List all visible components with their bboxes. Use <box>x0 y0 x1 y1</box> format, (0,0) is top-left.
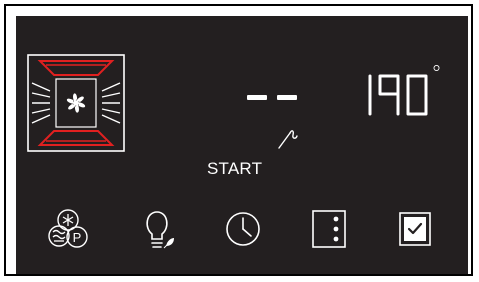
degree-symbol: ° <box>431 62 442 87</box>
confirm-checkbox-button[interactable] <box>397 210 433 248</box>
menu-dots-button[interactable] <box>310 208 348 250</box>
timer-clock-button[interactable] <box>224 210 262 248</box>
timer-dash <box>247 95 267 100</box>
program-mode-button[interactable]: P <box>46 206 90 252</box>
light-button[interactable] <box>140 208 180 252</box>
oven-mode-fan-heat-icon[interactable] <box>26 53 126 153</box>
svg-text:P: P <box>73 230 82 245</box>
start-label[interactable]: START <box>207 159 262 179</box>
meat-probe-icon <box>278 130 298 149</box>
timer-dash <box>277 95 297 100</box>
